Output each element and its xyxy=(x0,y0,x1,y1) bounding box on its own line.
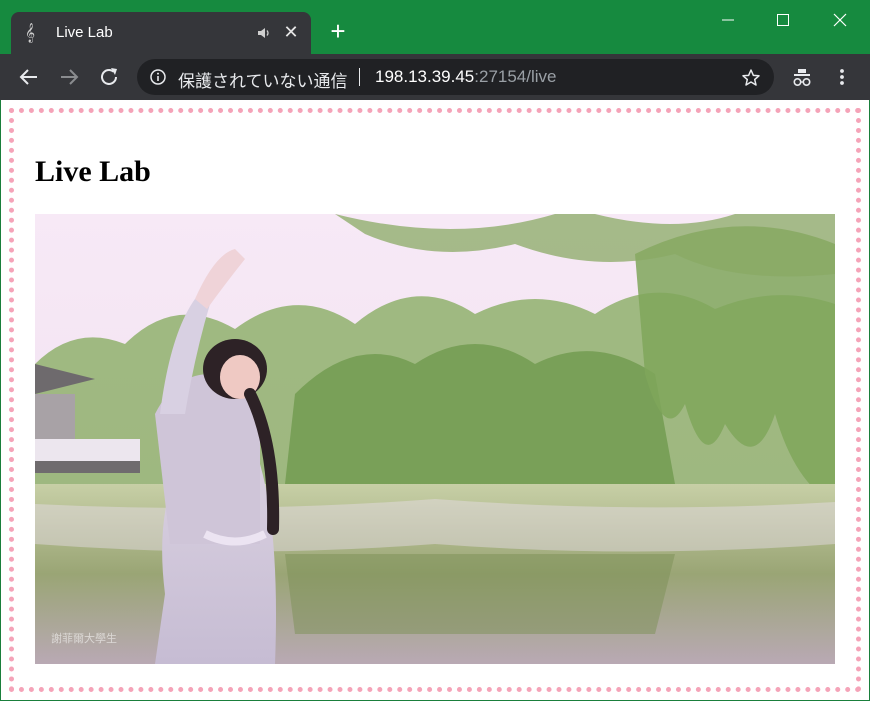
minimize-button[interactable] xyxy=(706,8,750,32)
tab-title: Live Lab xyxy=(56,24,113,41)
video-frame-image: 謝菲爾大學生 xyxy=(35,214,835,664)
info-icon[interactable] xyxy=(150,69,166,85)
maximize-button[interactable] xyxy=(761,8,805,32)
page-content: Live Lab 謝菲爾大學生 xyxy=(1,100,869,700)
maximize-icon xyxy=(777,14,789,26)
security-status-text: 保護されていない通信 xyxy=(178,72,348,91)
tab-close-icon[interactable]: ✕ xyxy=(283,23,299,41)
address-bar[interactable]: 保護されていない通信 198.13.39.45:27154/live xyxy=(137,59,774,95)
page-heading: Live Lab xyxy=(35,155,151,188)
browser-tab[interactable]: 𝄞 Live Lab ✕ xyxy=(11,12,311,54)
treble-clef-icon: 𝄞 xyxy=(25,23,36,43)
incognito-icon[interactable] xyxy=(792,68,812,88)
browser-toolbar: 保護されていない通信 198.13.39.45:27154/live xyxy=(0,54,870,100)
new-tab-button[interactable]: + xyxy=(326,18,350,44)
forward-arrow-icon[interactable] xyxy=(57,65,81,89)
close-window-button[interactable] xyxy=(818,8,862,32)
speaker-icon[interactable] xyxy=(257,26,271,40)
url-text[interactable]: 198.13.39.45:27154/live xyxy=(375,67,557,87)
url-host: 198.13.39.45 xyxy=(375,67,475,86)
omnibox-separator xyxy=(359,68,360,86)
title-bar: 𝄞 Live Lab ✕ + xyxy=(0,0,870,54)
video-player[interactable]: 謝菲爾大學生 xyxy=(35,214,835,664)
video-watermark: 謝菲爾大學生 xyxy=(51,631,117,645)
minimize-icon xyxy=(722,19,734,21)
close-icon xyxy=(833,13,847,27)
reload-icon[interactable] xyxy=(97,65,121,89)
url-port-path: :27154/live xyxy=(474,67,557,86)
kebab-menu-icon[interactable] xyxy=(834,67,850,87)
star-icon[interactable] xyxy=(741,68,761,88)
back-arrow-icon[interactable] xyxy=(17,65,41,89)
